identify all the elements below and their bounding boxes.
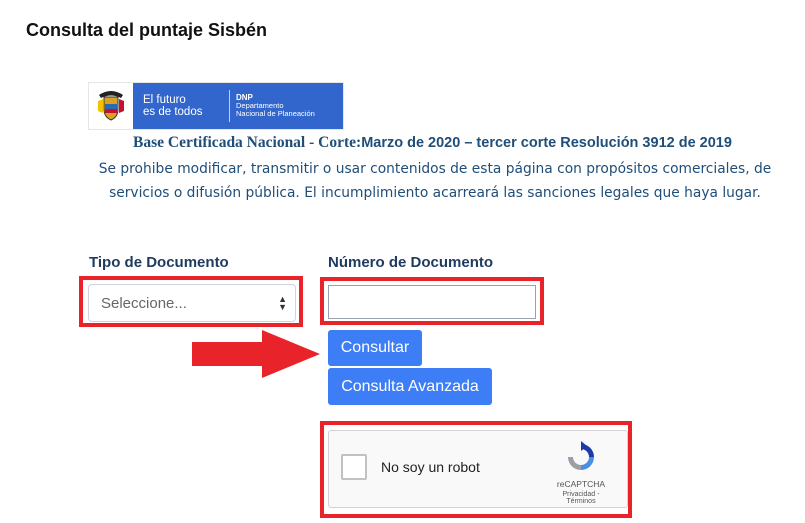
- doc-type-selected: Seleccione...: [101, 294, 187, 312]
- recaptcha-label: No soy un robot: [381, 459, 480, 475]
- doc-number-input[interactable]: [328, 285, 536, 319]
- red-arrow-icon: [192, 330, 320, 378]
- base-certificada-heading: Base Certificada Nacional - Corte:Marzo …: [0, 134, 805, 152]
- select-arrows-icon: ▲ ▼: [278, 294, 287, 312]
- dnp-line-2: Nacional de Planeación: [236, 109, 315, 118]
- logo-tagline-2: es de todos: [143, 106, 203, 118]
- base-heading-date: Marzo de 2020 – tercer corte Resolución …: [361, 135, 732, 151]
- logo-tagline-1: El futuro: [143, 94, 186, 106]
- recaptcha-logo-icon: [568, 441, 594, 470]
- recaptcha-link-separator: -: [595, 491, 600, 498]
- recaptcha-checkbox[interactable]: [341, 454, 367, 480]
- consultar-button[interactable]: Consultar: [328, 330, 422, 366]
- base-heading-prefix: Base Certificada Nacional - Corte:: [133, 134, 362, 151]
- recaptcha-widget: No soy un robot reCAPTCHA Privacidad - T…: [328, 430, 628, 508]
- doc-type-select[interactable]: Seleccione... ▲ ▼: [88, 284, 296, 322]
- recaptcha-terms-link[interactable]: Términos: [566, 498, 595, 505]
- doc-type-label: Tipo de Documento: [89, 254, 229, 271]
- recaptcha-privacy-link[interactable]: Privacidad: [563, 491, 596, 498]
- recaptcha-brand: reCAPTCHA: [556, 479, 606, 489]
- disclaimer-text: Se prohibe modificar, transmitir o usar …: [98, 161, 772, 201]
- doc-number-label: Número de Documento: [328, 254, 494, 271]
- page-title: Consulta del puntaje Sisbén: [26, 20, 268, 40]
- consulta-avanzada-button[interactable]: Consulta Avanzada: [328, 368, 492, 405]
- government-logo-banner: El futuro es de todos DNP Departamento N…: [88, 82, 344, 130]
- colombia-crest-icon: [89, 83, 133, 129]
